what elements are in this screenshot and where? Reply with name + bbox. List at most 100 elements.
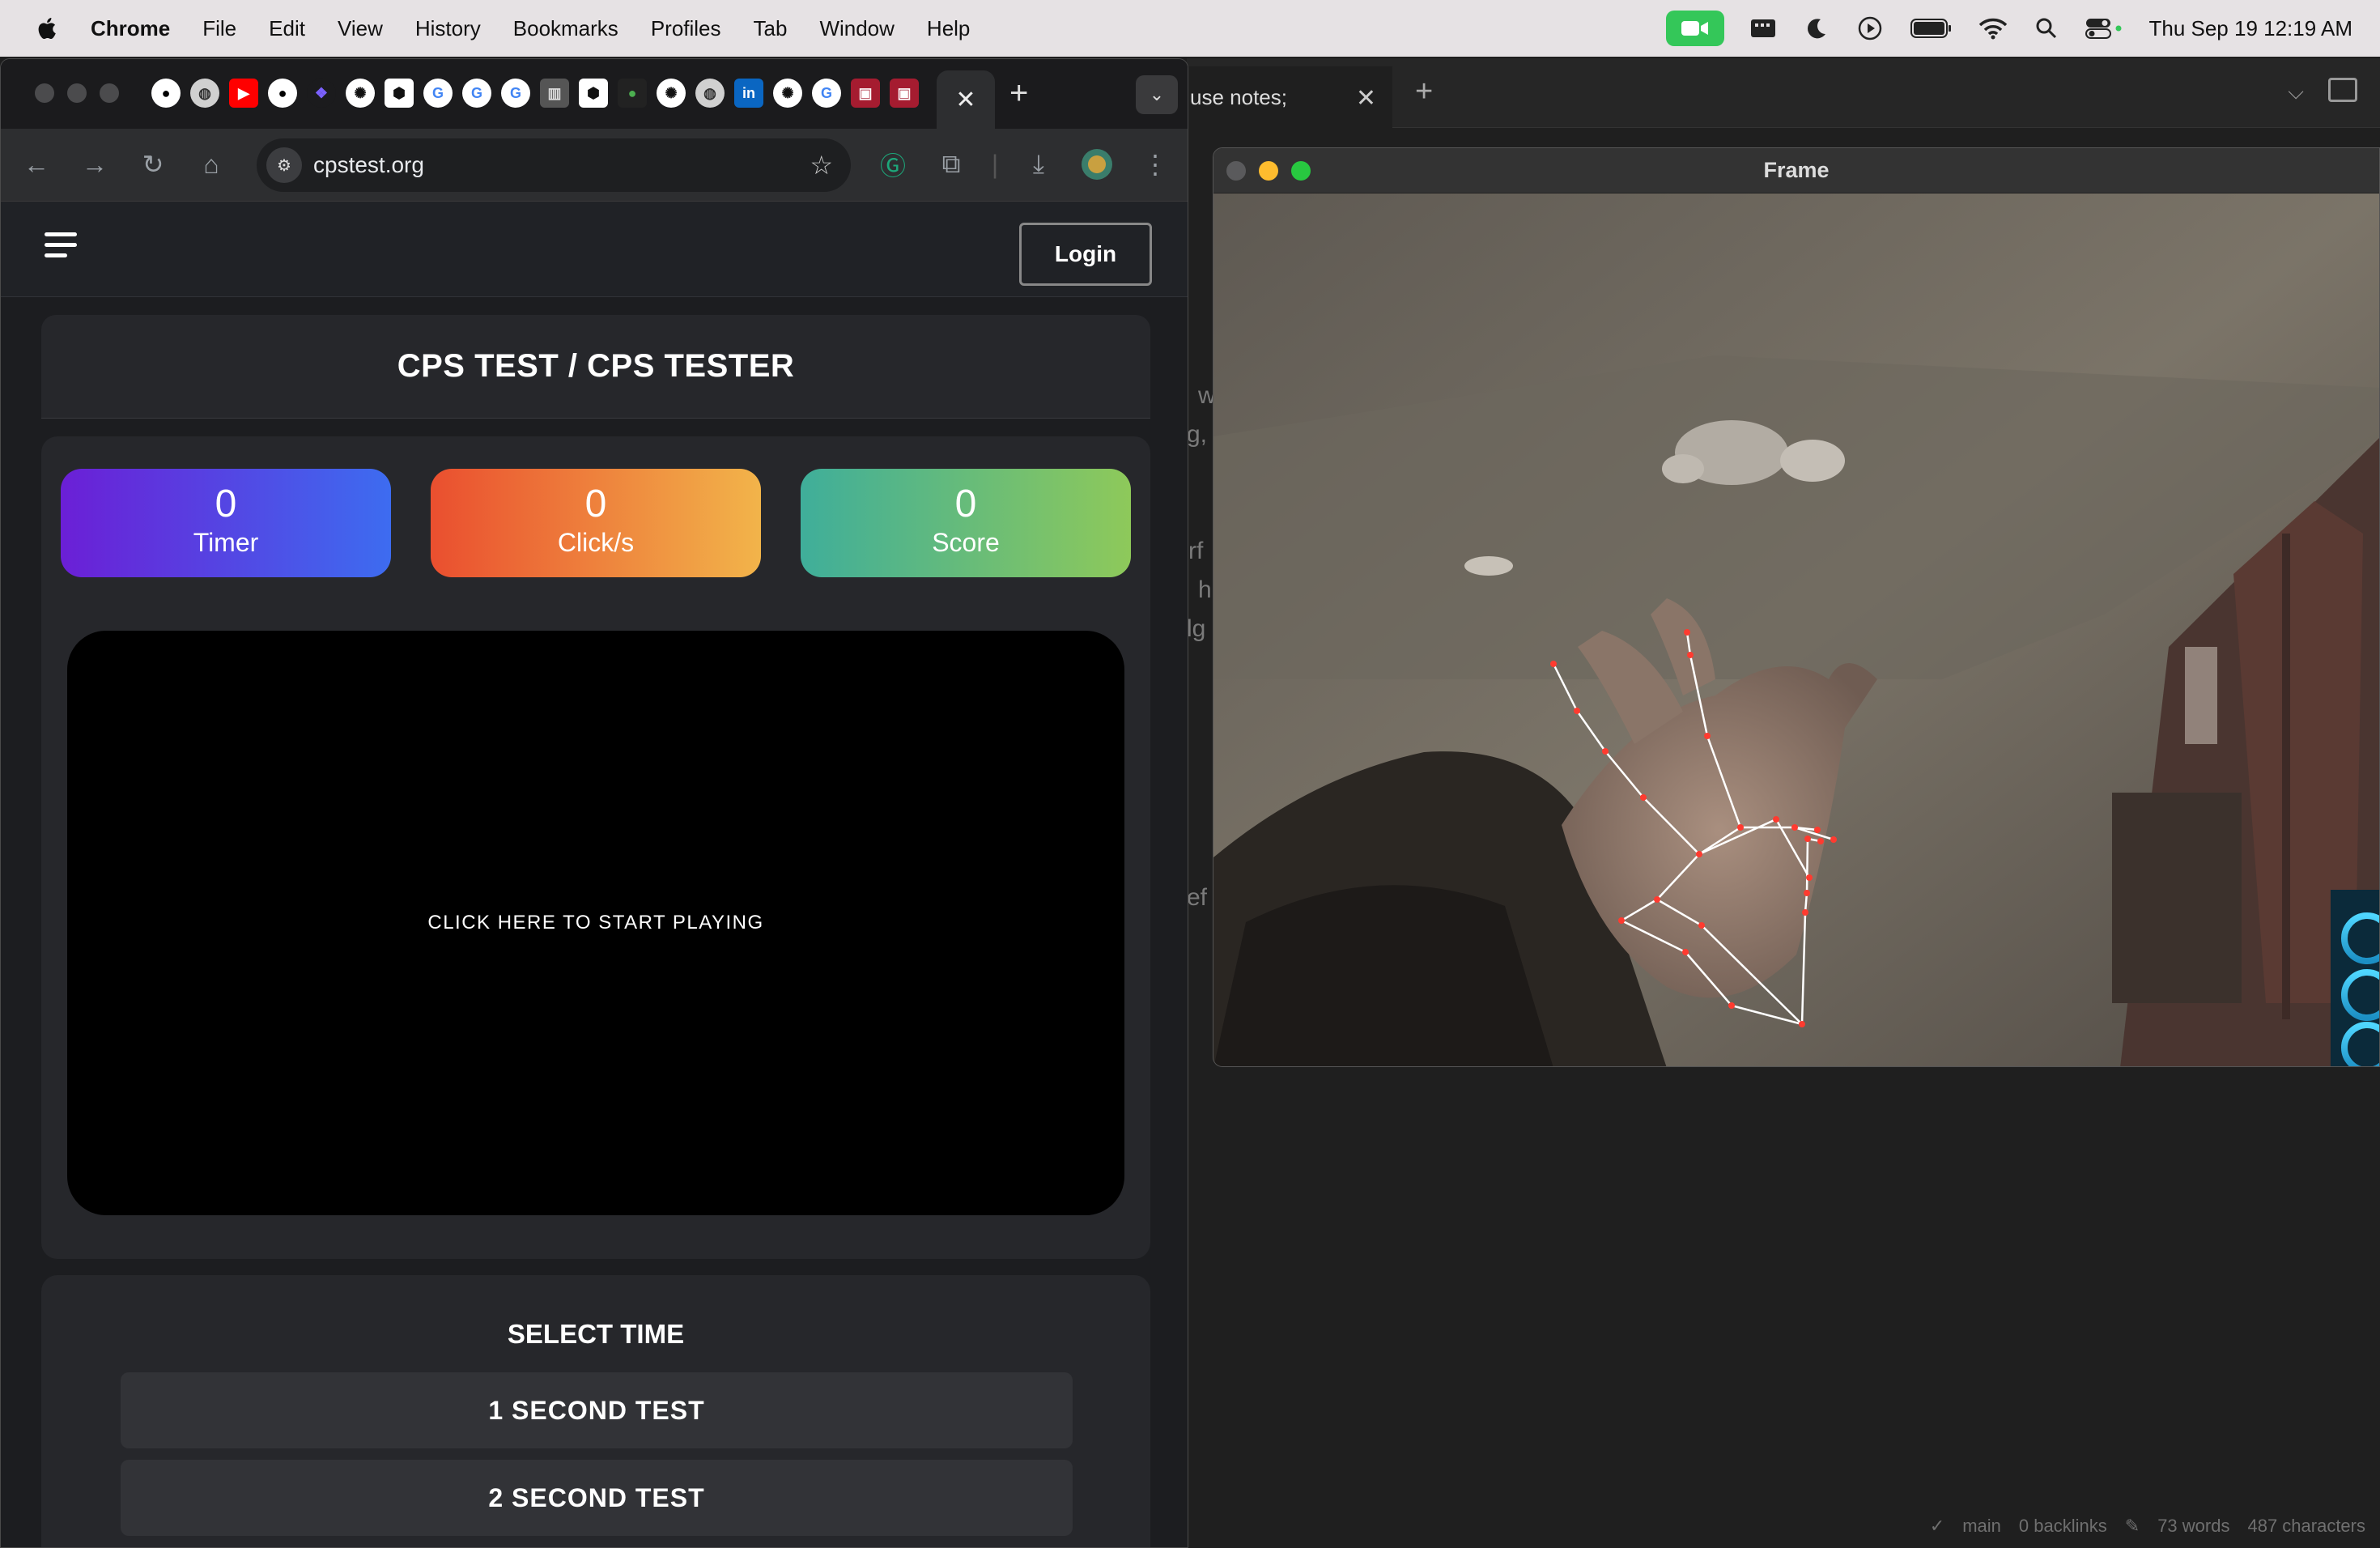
control-center-icon[interactable]	[2085, 14, 2124, 43]
select-time-heading: SELECT TIME	[507, 1319, 685, 1349]
menu-tab[interactable]: Tab	[754, 16, 788, 41]
google-tab-icon[interactable]: G	[501, 79, 530, 108]
globe-tab-icon[interactable]: ◍	[190, 79, 219, 108]
score-value: 0	[954, 483, 977, 525]
timer-stat: 0 Timer	[61, 469, 391, 577]
menu-view[interactable]: View	[338, 16, 383, 41]
back-arrow-icon[interactable]: ←	[20, 148, 53, 181]
home-icon[interactable]: ⌂	[195, 148, 227, 181]
tab-strip: ● ◍ ▶ ● ❖ ✺ ⬢ G G G ▥ ⬢ ● ✺ ◍ in ✺ G ▣ ▣…	[1, 59, 1188, 129]
harvard-tab-icon[interactable]: ▣	[890, 79, 919, 108]
menu-window[interactable]: Window	[819, 16, 894, 41]
menu-bookmarks[interactable]: Bookmarks	[513, 16, 618, 41]
hand-landmark-point	[1737, 824, 1744, 831]
cube-tab-icon[interactable]: ⬢	[579, 79, 608, 108]
download-icon[interactable]: ⤓	[1022, 148, 1055, 181]
app-tab-icon[interactable]: ❖	[307, 79, 336, 108]
timer-value: 0	[215, 483, 237, 525]
tab-search-icon[interactable]: ⌄	[1136, 75, 1178, 114]
check-icon: ✓	[1929, 1516, 1945, 1536]
note-text-fragment: g,	[1187, 421, 1208, 448]
chrome-window: ● ◍ ▶ ● ❖ ✺ ⬢ G G G ▥ ⬢ ● ✺ ◍ in ✺ G ▣ ▣…	[0, 58, 1188, 1548]
menu-app-name[interactable]: Chrome	[91, 16, 170, 41]
two-second-test-button[interactable]: 2 SECOND TEST	[121, 1460, 1073, 1536]
pencil-icon[interactable]: ✎	[2125, 1516, 2140, 1537]
hand-landmark-point	[1618, 917, 1625, 924]
active-tab[interactable]: ✕	[937, 70, 995, 129]
battery-icon[interactable]	[1909, 14, 1954, 43]
toolbar-divider: |	[991, 149, 999, 179]
github-tab-icon[interactable]: ●	[268, 79, 297, 108]
menu-profiles[interactable]: Profiles	[651, 16, 721, 41]
profile-avatar[interactable]	[1081, 148, 1113, 181]
new-note-tab-icon[interactable]: +	[1415, 74, 1433, 109]
google-tab-icon[interactable]: G	[423, 79, 453, 108]
hamburger-menu-icon[interactable]	[45, 232, 80, 262]
grammarly-extension-icon[interactable]: Ⓖ	[877, 148, 909, 181]
wifi-icon[interactable]	[1978, 14, 2008, 43]
bookmark-star-icon[interactable]: ☆	[810, 150, 833, 181]
close-button[interactable]	[35, 83, 54, 103]
youtube-tab-icon[interactable]: ▶	[229, 79, 258, 108]
menu-file[interactable]: File	[202, 16, 236, 41]
login-button[interactable]: Login	[1019, 223, 1152, 286]
camera-feed	[1213, 194, 2379, 1066]
google-tab-icon[interactable]: G	[462, 79, 491, 108]
screen-capture-icon[interactable]	[1749, 14, 1778, 43]
hand-landmark-point	[1704, 733, 1711, 739]
note-text-fragment: h	[1198, 576, 1212, 603]
address-bar[interactable]: ⚙ cpstest.org ☆	[257, 138, 851, 192]
chatgpt-tab-icon[interactable]: ✺	[657, 79, 686, 108]
status-words: 73 words	[2157, 1516, 2230, 1536]
status-branch[interactable]: main	[1962, 1516, 2001, 1537]
cube-tab-icon[interactable]: ⬢	[385, 79, 414, 108]
hand-landmark-point	[1799, 1021, 1805, 1027]
hand-landmark-point	[1802, 909, 1808, 916]
click-play-area[interactable]: CLICK HERE TO START PLAYING	[67, 631, 1124, 1215]
apple-logo-icon[interactable]	[34, 15, 62, 42]
site-info-icon[interactable]: ⚙	[266, 147, 302, 183]
minimize-button[interactable]	[67, 83, 87, 103]
hand-landmark-point	[1684, 629, 1690, 636]
title-card: CPS TEST / CPS TESTER	[41, 315, 1150, 419]
menu-clock[interactable]: Thu Sep 19 12:19 AM	[2148, 16, 2352, 41]
extensions-puzzle-icon[interactable]: ⧉	[935, 148, 967, 181]
menu-history[interactable]: History	[415, 16, 481, 41]
moon-focus-icon[interactable]	[1802, 14, 1831, 43]
hand-landmark-point	[1574, 708, 1580, 714]
reload-icon[interactable]: ↻	[137, 148, 169, 181]
hand-landmark-point	[1773, 816, 1779, 823]
score-label: Score	[932, 528, 1000, 557]
hand-landmark-point	[1791, 824, 1798, 831]
chatgpt-tab-icon[interactable]: ✺	[773, 79, 802, 108]
spotlight-search-icon[interactable]	[2032, 14, 2061, 43]
chevron-down-icon[interactable]: ⌵	[2288, 79, 2304, 105]
app-tab-icon[interactable]: ●	[618, 79, 647, 108]
one-second-test-button[interactable]: 1 SECOND TEST	[121, 1372, 1073, 1448]
more-menu-icon[interactable]: ⋮	[1139, 148, 1171, 181]
linkedin-tab-icon[interactable]: in	[734, 79, 763, 108]
book-tab-icon[interactable]: ▥	[540, 79, 569, 108]
notes-tab[interactable]: use notes; ✕	[1187, 66, 1392, 128]
menu-help[interactable]: Help	[927, 16, 970, 41]
sidebar-toggle-icon[interactable]	[2328, 78, 2357, 102]
status-backlinks[interactable]: 0 backlinks	[2019, 1516, 2107, 1537]
frame-title: Frame	[1763, 158, 1830, 182]
forward-arrow-icon[interactable]: →	[79, 148, 111, 181]
harvard-tab-icon[interactable]: ▣	[851, 79, 880, 108]
hand-landmark-point	[1830, 836, 1837, 843]
new-tab-button[interactable]: +	[1009, 75, 1028, 112]
zoom-button[interactable]	[100, 83, 119, 103]
address-url[interactable]: cpstest.org	[313, 152, 424, 178]
notes-tab-bar: use notes; ✕ + ⌵	[1187, 58, 2380, 128]
clicks-value: 0	[584, 483, 607, 525]
close-tab-icon[interactable]: ✕	[955, 86, 975, 114]
close-icon[interactable]: ✕	[1356, 84, 1376, 113]
chatgpt-tab-icon[interactable]: ✺	[346, 79, 375, 108]
menu-edit[interactable]: Edit	[269, 16, 305, 41]
github-tab-icon[interactable]: ●	[151, 79, 181, 108]
camera-in-use-icon[interactable]	[1666, 11, 1725, 46]
globe-tab-icon[interactable]: ◍	[695, 79, 725, 108]
now-playing-icon[interactable]	[1855, 14, 1885, 43]
google-tab-icon[interactable]: G	[812, 79, 841, 108]
